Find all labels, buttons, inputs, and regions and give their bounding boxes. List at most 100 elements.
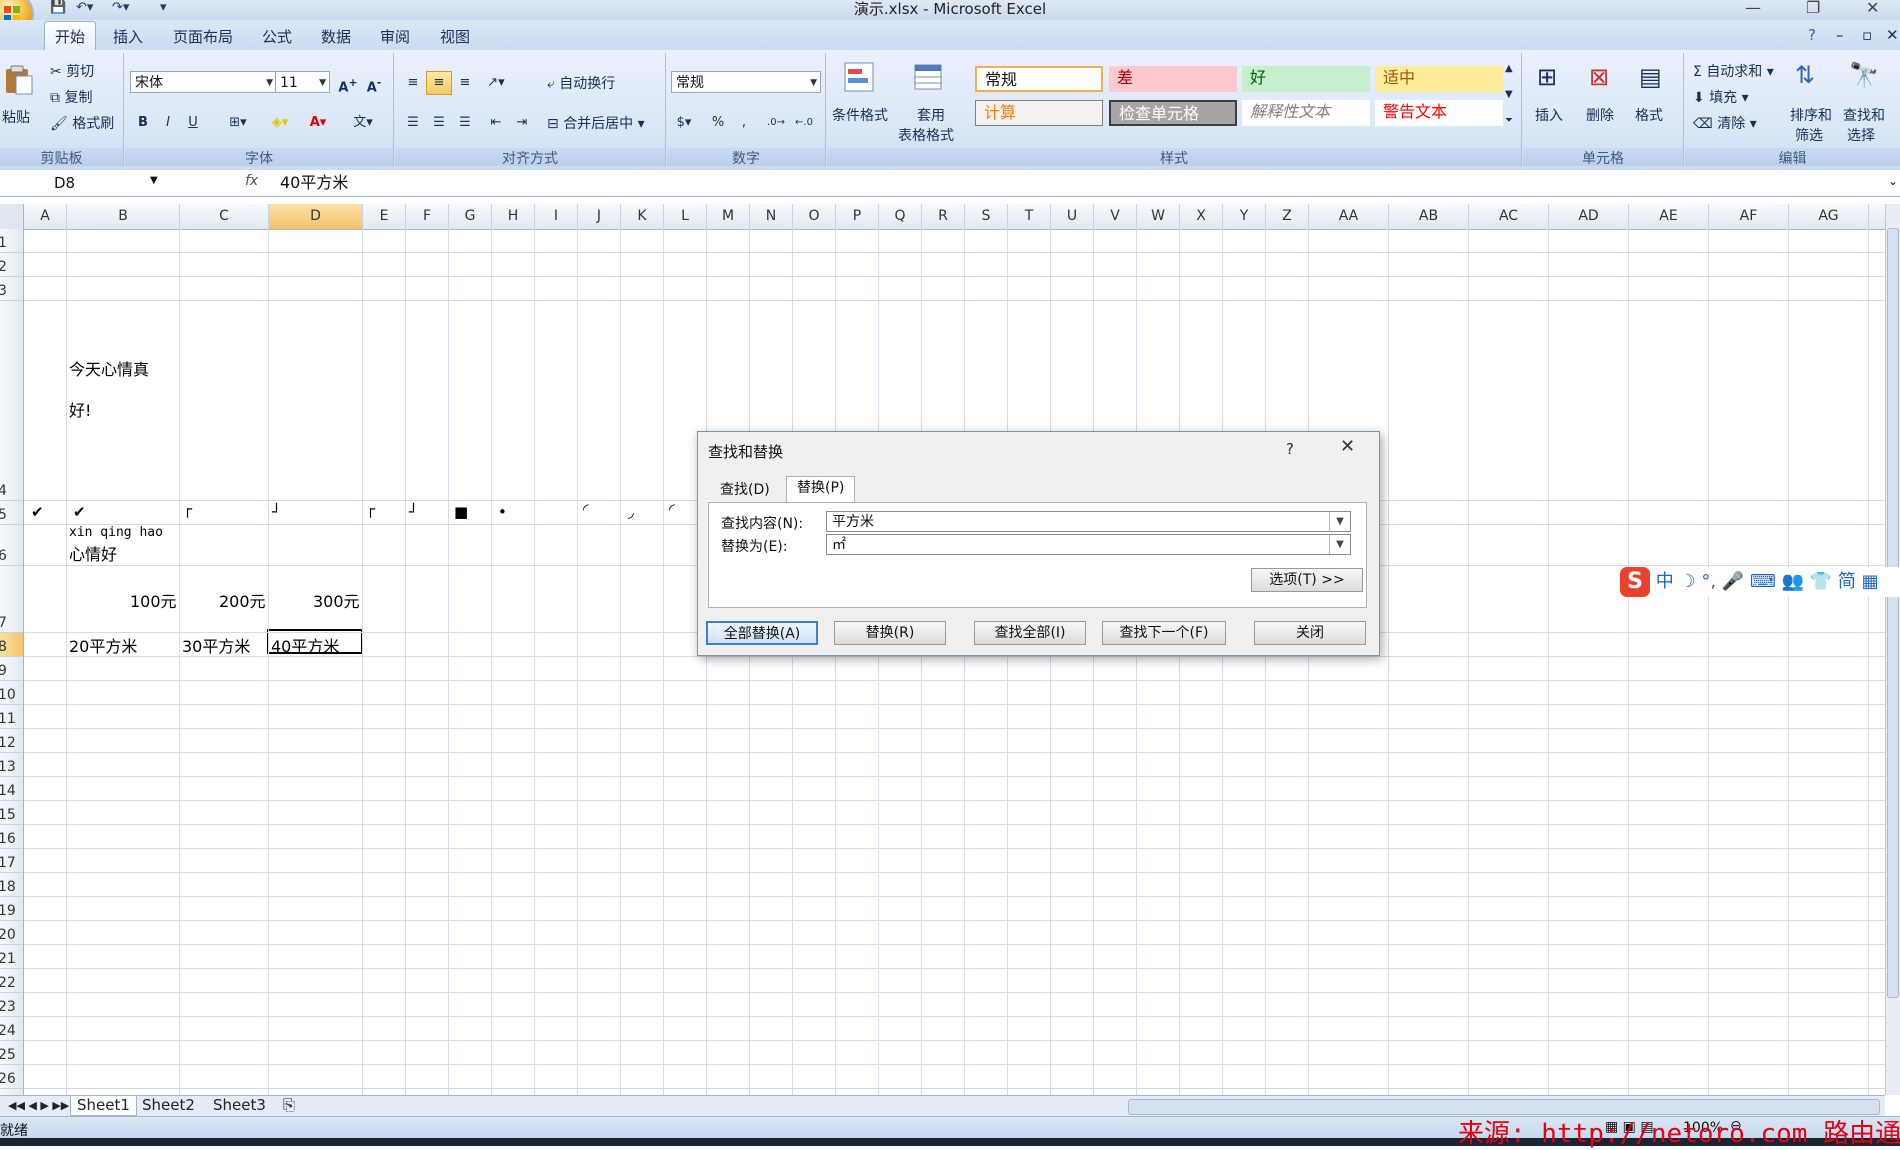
row-header-1[interactable]: 1 [0,229,23,253]
tab-find[interactable]: 查找(D) [710,479,780,501]
fill-button[interactable]: ⬇ 填充 ▾ [1693,87,1749,107]
column-header-u[interactable]: U [1051,204,1094,229]
style-check-cell[interactable]: 检查单元格 [1109,100,1237,126]
style-bad[interactable]: 差 [1109,66,1237,92]
format-cells-button[interactable]: 格式 [1635,105,1663,125]
row-header-25[interactable]: 25 [0,1041,23,1065]
tab-replace[interactable]: 替换(P) [786,476,856,503]
find-next-button[interactable]: 查找下一个(F) [1102,621,1226,645]
row-header-7[interactable]: 7 [0,566,23,633]
bold-button[interactable]: B [130,111,156,135]
comma-icon[interactable]: , [731,111,757,135]
cell-c7[interactable]: 200元 [219,588,266,612]
autosum-button[interactable]: Σ 自动求和 ▾ [1693,61,1774,81]
row-header-26[interactable]: 26 [0,1065,23,1089]
sheet-nav-icon[interactable]: ◀◀ ◀ ▶ ▶▶ [8,1096,69,1115]
tab-insert[interactable]: 插入 [113,26,143,47]
column-header-ab[interactable]: AB [1389,204,1469,229]
decrease-decimal-icon[interactable]: ←.0 [791,111,817,135]
restore-button[interactable]: ❐ [1806,0,1820,17]
cell-d7[interactable]: 300元 [313,588,360,612]
row-header-11[interactable]: 11 [0,705,23,729]
column-header-d[interactable]: D [269,204,363,229]
row-header-16[interactable]: 16 [0,825,23,849]
grow-font-icon[interactable]: A+ [335,71,361,95]
align-top-icon[interactable]: ≡ [400,71,426,95]
ime-toolbar[interactable]: S 中 ☽ °, 🎤 ⌨ 👥 👕 简 ▦ [1620,567,1900,597]
find-what-input[interactable]: 平方米 ▼ [826,511,1351,532]
column-header-ac[interactable]: AC [1469,204,1549,229]
delete-cells-button[interactable]: 删除 [1586,105,1614,125]
find-all-button[interactable]: 查找全部(I) [974,621,1086,645]
column-header-k[interactable]: K [621,204,664,229]
shrink-font-icon[interactable]: A- [361,71,387,95]
row-header-18[interactable]: 18 [0,873,23,897]
column-header-o[interactable]: O [793,204,836,229]
dialog-close-button[interactable]: 关闭 [1254,621,1366,645]
row-header-12[interactable]: 12 [0,729,23,753]
column-header-v[interactable]: V [1094,204,1137,229]
cell-c8[interactable]: 30平方米 [182,633,250,657]
cell-b6[interactable]: 心情好 [69,541,117,565]
style-neutral[interactable]: 适中 [1375,66,1503,92]
clear-button[interactable]: ⌫ 清除 ▾ [1693,113,1757,133]
column-header-aa[interactable]: AA [1309,204,1389,229]
row-header-9[interactable]: 9 [0,657,23,681]
ribbon-close-button[interactable]: ✕ [1886,26,1899,44]
tab-view[interactable]: 视图 [440,26,470,47]
find-select-button-line1[interactable]: 查找和 [1843,105,1885,125]
wrap-text-button[interactable]: ⤶ 自动换行 [547,73,615,93]
tab-page-layout[interactable]: 页面布局 [173,26,233,47]
ribbon-restore-button[interactable]: ▫ [1862,26,1872,44]
row-header-19[interactable]: 19 [0,897,23,921]
row-header-15[interactable]: 15 [0,801,23,825]
column-header-y[interactable]: Y [1223,204,1266,229]
sort-filter-button-line1[interactable]: 排序和 [1790,105,1832,125]
increase-indent-icon[interactable]: ⇥ [509,111,535,135]
formula-input[interactable]: 40平方米 [280,171,348,195]
style-good[interactable]: 好 [1242,66,1370,92]
column-header-ag[interactable]: AG [1789,204,1869,229]
column-header-t[interactable]: T [1008,204,1051,229]
row-header-23[interactable]: 23 [0,993,23,1017]
align-left-icon[interactable]: ☰ [400,111,426,135]
column-header-x[interactable]: X [1180,204,1223,229]
arc-symbol[interactable]: ◜ [669,500,675,518]
insert-function-icon[interactable]: fx [245,173,258,189]
align-middle-icon[interactable]: ≡ [426,71,452,95]
check-symbol[interactable]: ✔ [31,503,44,521]
chevron-down-icon[interactable]: ▼ [1329,512,1350,531]
insert-cells-button[interactable]: 插入 [1535,105,1563,125]
column-header-q[interactable]: Q [879,204,922,229]
italic-button[interactable]: I [155,111,181,135]
corner-symbol[interactable]: ┘ [409,503,418,521]
sheet-tab-1[interactable]: Sheet1 [70,1096,137,1116]
column-header-n[interactable]: N [750,204,793,229]
name-box[interactable]: D8 [0,171,163,195]
help-icon[interactable]: ? [1808,26,1816,44]
row-header-17[interactable]: 17 [0,849,23,873]
row-header-20[interactable]: 20 [0,921,23,945]
cell-b6-pinyin[interactable]: xin qing hao [69,525,163,540]
row-header-22[interactable]: 22 [0,969,23,993]
column-header-r[interactable]: R [922,204,965,229]
sort-filter-button-line2[interactable]: 筛选 [1795,125,1823,145]
styles-scroll-down-icon[interactable]: ▼ [1505,89,1513,100]
column-header-j[interactable]: J [578,204,621,229]
sheet-tab-3[interactable]: Sheet3 [213,1096,266,1115]
styles-more-icon[interactable]: ⏷ [1505,115,1513,126]
decrease-indent-icon[interactable]: ⇤ [483,111,509,135]
table-format-button-line1[interactable]: 套用 [917,105,945,125]
style-explanatory[interactable]: 解释性文本 [1242,100,1370,126]
borders-icon[interactable]: ⊞▾ [225,111,251,135]
column-header-e[interactable]: E [363,204,406,229]
column-header-b[interactable]: B [67,204,180,229]
row-header-10[interactable]: 10 [0,681,23,705]
currency-icon[interactable]: $▾ [671,111,697,135]
corner-symbol[interactable]: ┘ [272,503,281,521]
check-symbol[interactable]: ✔ [73,503,86,521]
number-format-select[interactable]: 常规 ▼ [671,71,821,93]
insert-sheet-icon[interactable]: ⎘ [283,1096,295,1115]
column-header-w[interactable]: W [1137,204,1180,229]
style-warning[interactable]: 警告文本 [1375,100,1503,126]
